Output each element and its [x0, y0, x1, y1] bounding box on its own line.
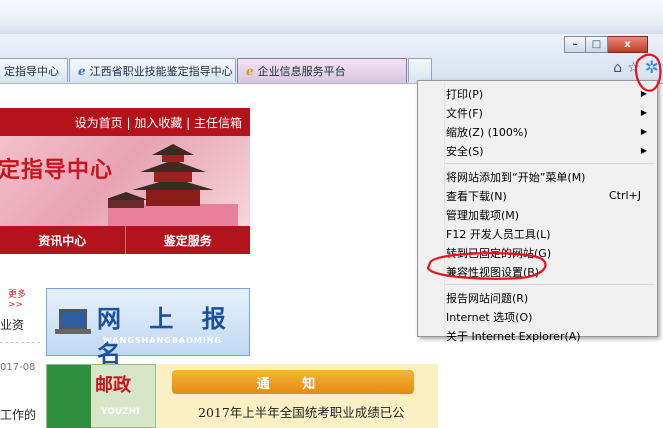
laptop-icon: [55, 309, 91, 334]
ie-page-icon: ℯ: [78, 63, 86, 78]
nav-news-center[interactable]: 资讯中心: [0, 226, 125, 254]
tab-label: 企业信息服务平台: [257, 65, 346, 78]
news-snippet[interactable]: 业资: [0, 316, 24, 333]
menu-item-print[interactable]: 打印(P) ▶: [420, 84, 655, 103]
menu-item-label: 转到已固定的网站(G): [446, 246, 552, 260]
submenu-arrow-icon: ▶: [640, 89, 647, 98]
news-snippet[interactable]: 工作的: [0, 406, 36, 423]
menu-item-label: 安全(S): [446, 144, 484, 158]
divider: [0, 342, 40, 343]
online-registration-banner[interactable]: 网 上 报 名 WANGSHANGBAOMING: [46, 288, 250, 368]
submenu-arrow-icon: ▶: [640, 127, 647, 136]
menu-item-label: 查看下载(N): [446, 189, 507, 203]
notice-heading: 通 知: [172, 370, 414, 394]
menu-item-developer-tools[interactable]: F12 开发人员工具(L): [420, 224, 655, 243]
menu-separator: [446, 163, 655, 164]
menu-item-label: 报告网站问题(R): [446, 291, 529, 305]
registration-title: 网 上 报 名: [97, 304, 236, 368]
gear-icon[interactable]: ✲: [645, 60, 659, 77]
menu-item-label: 兼容性视图设置(B): [446, 265, 540, 279]
new-tab-button[interactable]: [408, 58, 432, 82]
tab-jiangxi-skill-center[interactable]: ℯ 江西省职业技能鉴定指导中心: [69, 58, 236, 82]
site-top-links[interactable]: 设为首页 | 加入收藏 | 主任信箱: [0, 108, 250, 136]
menu-item-compatibility-view-settings[interactable]: 兼容性视图设置(B): [420, 262, 655, 281]
ie-page-icon: ℯ: [246, 64, 254, 78]
tab-label: 江西省职业技能鉴定指导中心: [89, 64, 233, 78]
maximize-button[interactable]: □: [586, 36, 608, 53]
menu-item-view-downloads[interactable]: 查看下载(N) Ctrl+J: [420, 186, 655, 205]
post-banner[interactable]: 邮政 YOUZHI: [46, 364, 156, 428]
title-bar: [0, 0, 663, 37]
site-banner: 定指导中心: [0, 136, 250, 226]
menu-item-about-ie[interactable]: 关于 Internet Explorer(A): [420, 326, 655, 345]
menu-item-label: 将网站添加到“开始”菜单(M): [446, 170, 586, 184]
more-link[interactable]: 更多>>: [8, 287, 38, 310]
post-subtitle: YOUZHI: [101, 407, 140, 417]
home-icon[interactable]: ⌂: [613, 60, 622, 77]
tab-guidance-center[interactable]: 定指导中心: [0, 58, 68, 82]
tools-menu: 打印(P) ▶ 文件(F) ▶ 缩放(Z) (100%) ▶ 安全(S) ▶ 将…: [417, 80, 658, 343]
registration-subtitle: WANGSHANGBAOMING: [103, 336, 223, 345]
menu-item-label: 打印(P): [446, 87, 484, 101]
menu-item-shortcut: Ctrl+J: [608, 189, 641, 202]
minimize-button[interactable]: –: [564, 36, 586, 53]
menu-item-label: 文件(F): [446, 106, 483, 120]
site-nav: 资讯中心 鉴定服务: [0, 226, 250, 254]
tab-enterprise-service[interactable]: ℯ 企业信息服务平台: [237, 58, 407, 83]
news-date: 017-08: [0, 362, 36, 373]
menu-item-label: F12 开发人员工具(L): [446, 227, 551, 241]
menu-item-label: 缩放(Z) (100%): [446, 125, 528, 139]
close-button[interactable]: x: [608, 36, 648, 53]
menu-item-pinned-sites[interactable]: 转到已固定的网站(G): [420, 243, 655, 262]
submenu-arrow-icon: ▶: [640, 108, 647, 117]
menu-item-label: 管理加载项(M): [446, 208, 520, 222]
window-controls: – □ x: [564, 36, 648, 53]
menu-item-label: Internet 选项(O): [446, 310, 533, 324]
post-title: 邮政: [95, 375, 131, 396]
menu-item-zoom[interactable]: 缩放(Z) (100%) ▶: [420, 122, 655, 141]
submenu-arrow-icon: ▶: [640, 146, 647, 155]
menu-item-internet-options[interactable]: Internet 选项(O): [420, 307, 655, 326]
site-banner-title: 定指导中心: [0, 157, 114, 183]
menu-item-safety[interactable]: 安全(S) ▶: [420, 141, 655, 160]
nav-appraisal-service[interactable]: 鉴定服务: [124, 226, 251, 254]
menu-item-label: 关于 Internet Explorer(A): [446, 329, 581, 343]
notice-text[interactable]: 2017年上半年全国统考职业成绩已公: [198, 402, 405, 421]
menu-item-manage-addons[interactable]: 管理加载项(M): [420, 205, 655, 224]
menu-item-file[interactable]: 文件(F) ▶: [420, 103, 655, 122]
menu-item-add-to-start[interactable]: 将网站添加到“开始”菜单(M): [420, 167, 655, 186]
command-icons: ⌂ ☆ ✲: [613, 60, 659, 77]
star-icon[interactable]: ☆: [627, 60, 640, 77]
tab-label: 定指导中心: [4, 64, 59, 78]
tab-bar: 定指导中心 ℯ 江西省职业技能鉴定指导中心 ℯ 企业信息服务平台: [0, 58, 433, 83]
pavilion-image: [108, 144, 238, 226]
menu-item-report-problems[interactable]: 报告网站问题(R): [420, 288, 655, 307]
post-image: [47, 365, 91, 428]
menu-separator: [446, 284, 655, 285]
notice-panel: 通 知 2017年上半年全国统考职业成绩已公: [156, 364, 438, 428]
